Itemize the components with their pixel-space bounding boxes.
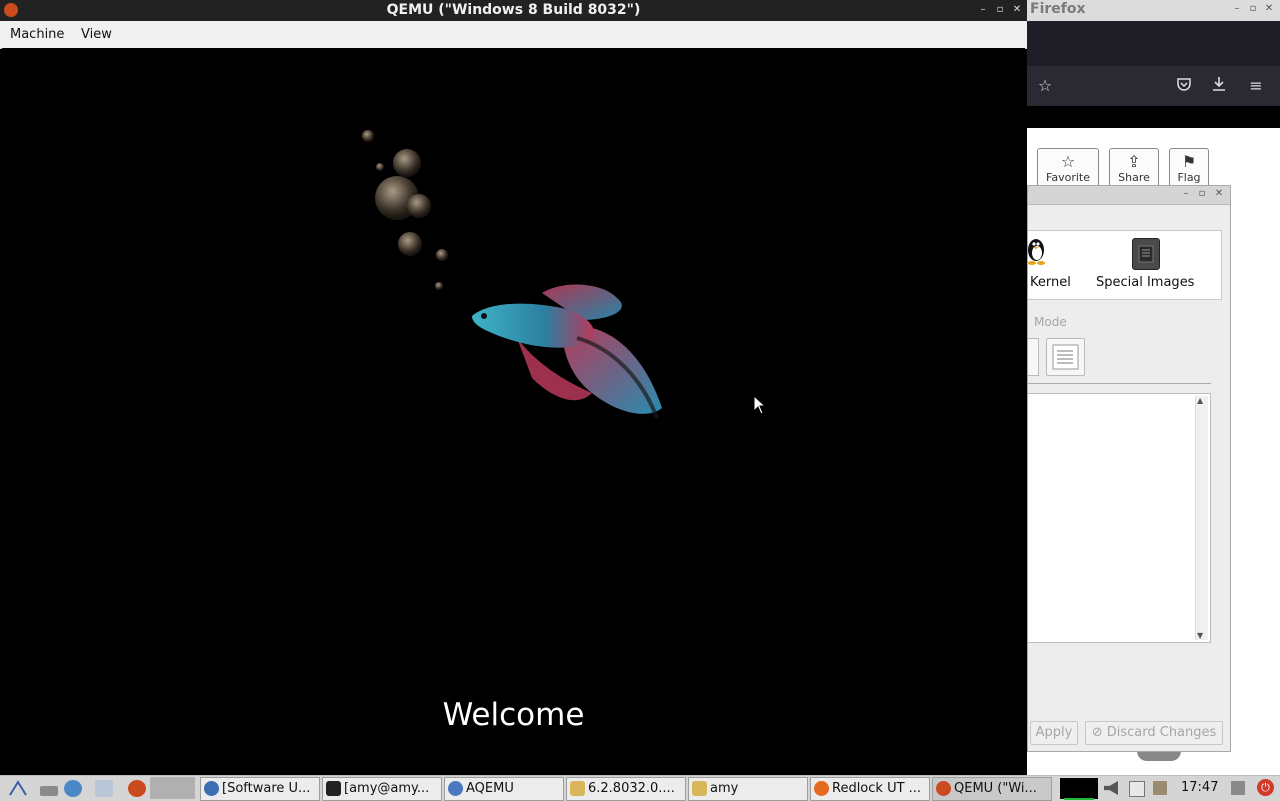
- firefox-titlebar[interactable]: Firefox – ▫ ✕: [1027, 0, 1280, 22]
- image-list[interactable]: ▲ ▼: [1028, 393, 1211, 643]
- close-icon[interactable]: ✕: [1213, 188, 1225, 200]
- web-browser-launcher-icon[interactable]: [64, 780, 82, 797]
- icon-view-button[interactable]: [1028, 338, 1039, 376]
- tux-icon[interactable]: [1028, 238, 1048, 265]
- special-images-label[interactable]: Special Images: [1096, 275, 1194, 290]
- download-icon[interactable]: [1209, 76, 1229, 96]
- view-mode-label: Mode: [1034, 315, 1067, 329]
- task-software-updater[interactable]: [Software U...: [200, 777, 320, 801]
- scroll-down-icon[interactable]: ▼: [1197, 631, 1203, 640]
- menu-machine[interactable]: Machine: [10, 27, 64, 42]
- discard-icon: ⊘: [1091, 725, 1103, 740]
- maximize-icon[interactable]: ▫: [1196, 188, 1208, 200]
- bookmark-star-icon[interactable]: ☆: [1035, 76, 1055, 96]
- aqemu-icon: [448, 781, 463, 796]
- task-label: [amy@amy...: [344, 781, 430, 796]
- task-qemu[interactable]: QEMU ("Wi...: [932, 777, 1052, 801]
- task-folder-amy[interactable]: amy: [688, 777, 808, 801]
- lock-screen-icon[interactable]: [1231, 781, 1245, 795]
- flag-icon: ⚑: [1181, 152, 1197, 171]
- browser-icon: [204, 781, 219, 796]
- hamburger-menu-icon[interactable]: ≡: [1246, 76, 1266, 96]
- task-terminal[interactable]: [amy@amy...: [322, 777, 442, 801]
- qemu-titlebar[interactable]: QEMU ("Windows 8 Build 8032") – ▫ ✕: [0, 0, 1027, 21]
- page-image-fragment: [1137, 751, 1181, 761]
- firefox-title: Firefox: [1030, 1, 1086, 17]
- divider: [1028, 383, 1211, 384]
- kernel-label[interactable]: Kernel: [1030, 275, 1071, 290]
- favorite-label: Favorite: [1046, 171, 1090, 184]
- cpu-usage-graph: [1064, 790, 1094, 800]
- folder-icon: [692, 781, 707, 796]
- desktop-pager[interactable]: [150, 777, 195, 799]
- clock[interactable]: 17:47: [1181, 780, 1218, 795]
- qemu-window: QEMU ("Windows 8 Build 8032") – ▫ ✕ Mach…: [0, 0, 1027, 775]
- chip-icon[interactable]: [1132, 238, 1160, 270]
- qemu-launcher-icon[interactable]: [128, 780, 146, 797]
- maximize-icon[interactable]: ▫: [994, 4, 1006, 15]
- task-firefox[interactable]: Redlock UT ...: [810, 777, 930, 801]
- task-folder-build[interactable]: 6.2.8032.0....: [566, 777, 686, 801]
- apply-button[interactable]: Apply: [1030, 721, 1078, 745]
- qemu-menubar: Machine View: [0, 21, 1027, 49]
- firefox-page-header: [1027, 106, 1280, 128]
- star-icon: ☆: [1060, 152, 1076, 171]
- vertical-scrollbar[interactable]: ▲ ▼: [1195, 396, 1208, 640]
- aqemu-dialog: – ▫ ✕ Kernel Special Images Mode ▲ ▼ App…: [1027, 185, 1231, 752]
- task-aqemu[interactable]: AQEMU: [444, 777, 564, 801]
- mouse-pointer-icon: [753, 395, 765, 415]
- firefox-icon: [814, 781, 829, 796]
- close-icon[interactable]: ✕: [1011, 4, 1023, 15]
- favorite-button[interactable]: ☆ Favorite: [1037, 148, 1099, 190]
- pocket-icon[interactable]: [1174, 76, 1194, 96]
- discard-label: Discard Changes: [1106, 725, 1217, 740]
- list-view-icon: [1052, 344, 1079, 370]
- search-icon[interactable]: [1129, 781, 1145, 797]
- volume-icon[interactable]: [1104, 781, 1118, 795]
- menu-view[interactable]: View: [81, 27, 112, 42]
- betta-fish-illustration: [362, 130, 662, 419]
- flag-label: Flag: [1177, 171, 1201, 184]
- maximize-icon[interactable]: ▫: [1247, 3, 1259, 15]
- folder-icon: [570, 781, 585, 796]
- scroll-up-icon[interactable]: ▲: [1197, 396, 1203, 405]
- task-label: AQEMU: [466, 781, 514, 796]
- flag-button[interactable]: ⚑ Flag: [1169, 148, 1209, 190]
- qemu-icon: [936, 781, 951, 796]
- firefox-tab-strip: [1027, 21, 1280, 66]
- clipboard-icon[interactable]: [1153, 781, 1167, 795]
- minimize-icon[interactable]: –: [1180, 188, 1192, 200]
- file-manager-launcher-icon[interactable]: [95, 780, 113, 797]
- task-label: 6.2.8032.0....: [588, 781, 675, 796]
- share-icon: ⇪: [1127, 152, 1141, 171]
- taskbar: [Software U... [amy@amy... AQEMU 6.2.803…: [0, 775, 1280, 801]
- close-icon[interactable]: ✕: [1263, 3, 1275, 15]
- welcome-text: Welcome: [442, 697, 585, 733]
- firefox-toolbar: ☆ ≡: [1027, 66, 1280, 106]
- discard-changes-button[interactable]: ⊘ Discard Changes: [1085, 721, 1223, 745]
- share-button[interactable]: ⇪ Share: [1109, 148, 1159, 190]
- task-label: Redlock UT ...: [832, 781, 922, 796]
- start-menu-icon[interactable]: [8, 780, 27, 797]
- list-view-button[interactable]: [1046, 338, 1085, 376]
- show-desktop-icon[interactable]: [40, 786, 58, 796]
- qemu-title: QEMU ("Windows 8 Build 8032"): [386, 2, 641, 18]
- aqemu-dialog-titlebar[interactable]: – ▫ ✕: [1028, 186, 1230, 205]
- minimize-icon[interactable]: –: [977, 4, 989, 15]
- share-label: Share: [1118, 171, 1150, 184]
- task-label: QEMU ("Wi...: [954, 781, 1037, 796]
- minimize-icon[interactable]: –: [1231, 3, 1243, 15]
- terminal-icon: [326, 781, 341, 796]
- vm-display[interactable]: [2, 48, 1025, 775]
- task-label: amy: [710, 781, 739, 796]
- power-icon[interactable]: ⏻: [1257, 779, 1274, 796]
- task-label: [Software U...: [222, 781, 311, 796]
